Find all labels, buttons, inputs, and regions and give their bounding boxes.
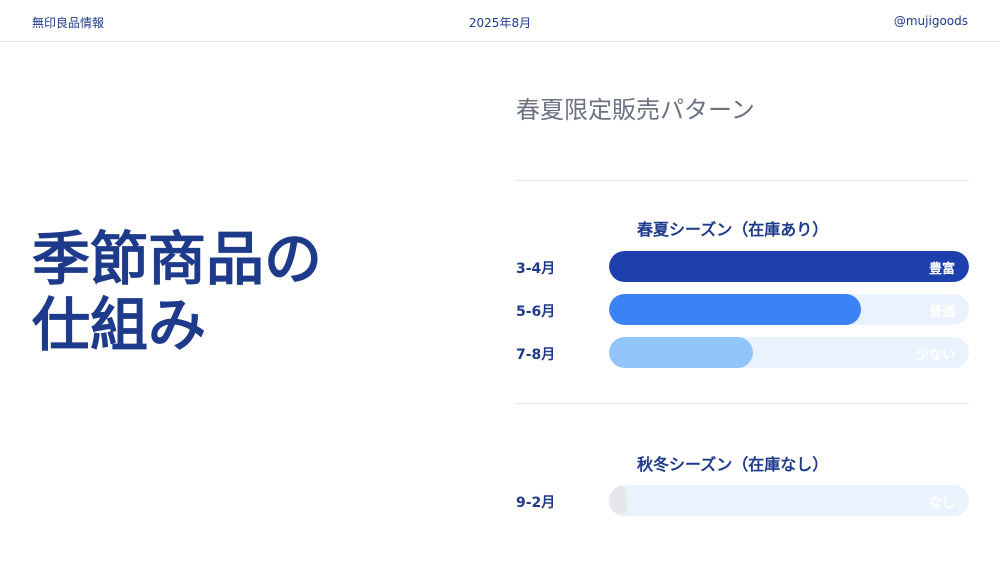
chart-category-label: 5-6月 — [516, 304, 556, 320]
chart-category-label: 3-4月 — [516, 261, 556, 277]
hero-title: 季節商品の 仕組み — [32, 226, 472, 358]
chart-bar-track: 少ない — [609, 337, 969, 368]
chart-bar-value-label: 少ない — [915, 348, 955, 363]
chart-category-label: 9-2月 — [516, 495, 556, 511]
chart-category-label: 7-8月 — [516, 347, 556, 363]
chart-bar — [609, 294, 861, 325]
panel-divider-top — [516, 180, 969, 181]
chart-bar-track: 豊富 — [609, 251, 969, 282]
chart-bar-value-label: 普通 — [928, 305, 955, 320]
chart-group-title: 秋冬シーズン（在庫なし） — [637, 455, 829, 474]
issue-date: 2025年8月 — [468, 16, 532, 30]
chart-bar-value-label: なし — [928, 496, 955, 511]
chart-group-title: 春夏シーズン（在庫あり） — [637, 220, 829, 239]
chart-bar — [609, 485, 627, 516]
social-handle: @mujigoods — [893, 14, 968, 28]
hero-title-line-1: 季節商品の — [32, 225, 323, 293]
chart-bar — [609, 251, 969, 282]
chart-bar — [609, 337, 753, 368]
panel-divider-middle — [516, 403, 969, 404]
chart-bar-value-label: 豊富 — [928, 262, 955, 277]
chart-bar-track: 普通 — [609, 294, 969, 325]
panel-title: 春夏限定販売パターン — [516, 96, 755, 124]
chart-bar-track: なし — [609, 485, 969, 516]
hero-title-line-2: 仕組み — [32, 291, 207, 359]
top-bar: 無印良品情報 2025年8月 @mujigoods — [0, 0, 1000, 42]
